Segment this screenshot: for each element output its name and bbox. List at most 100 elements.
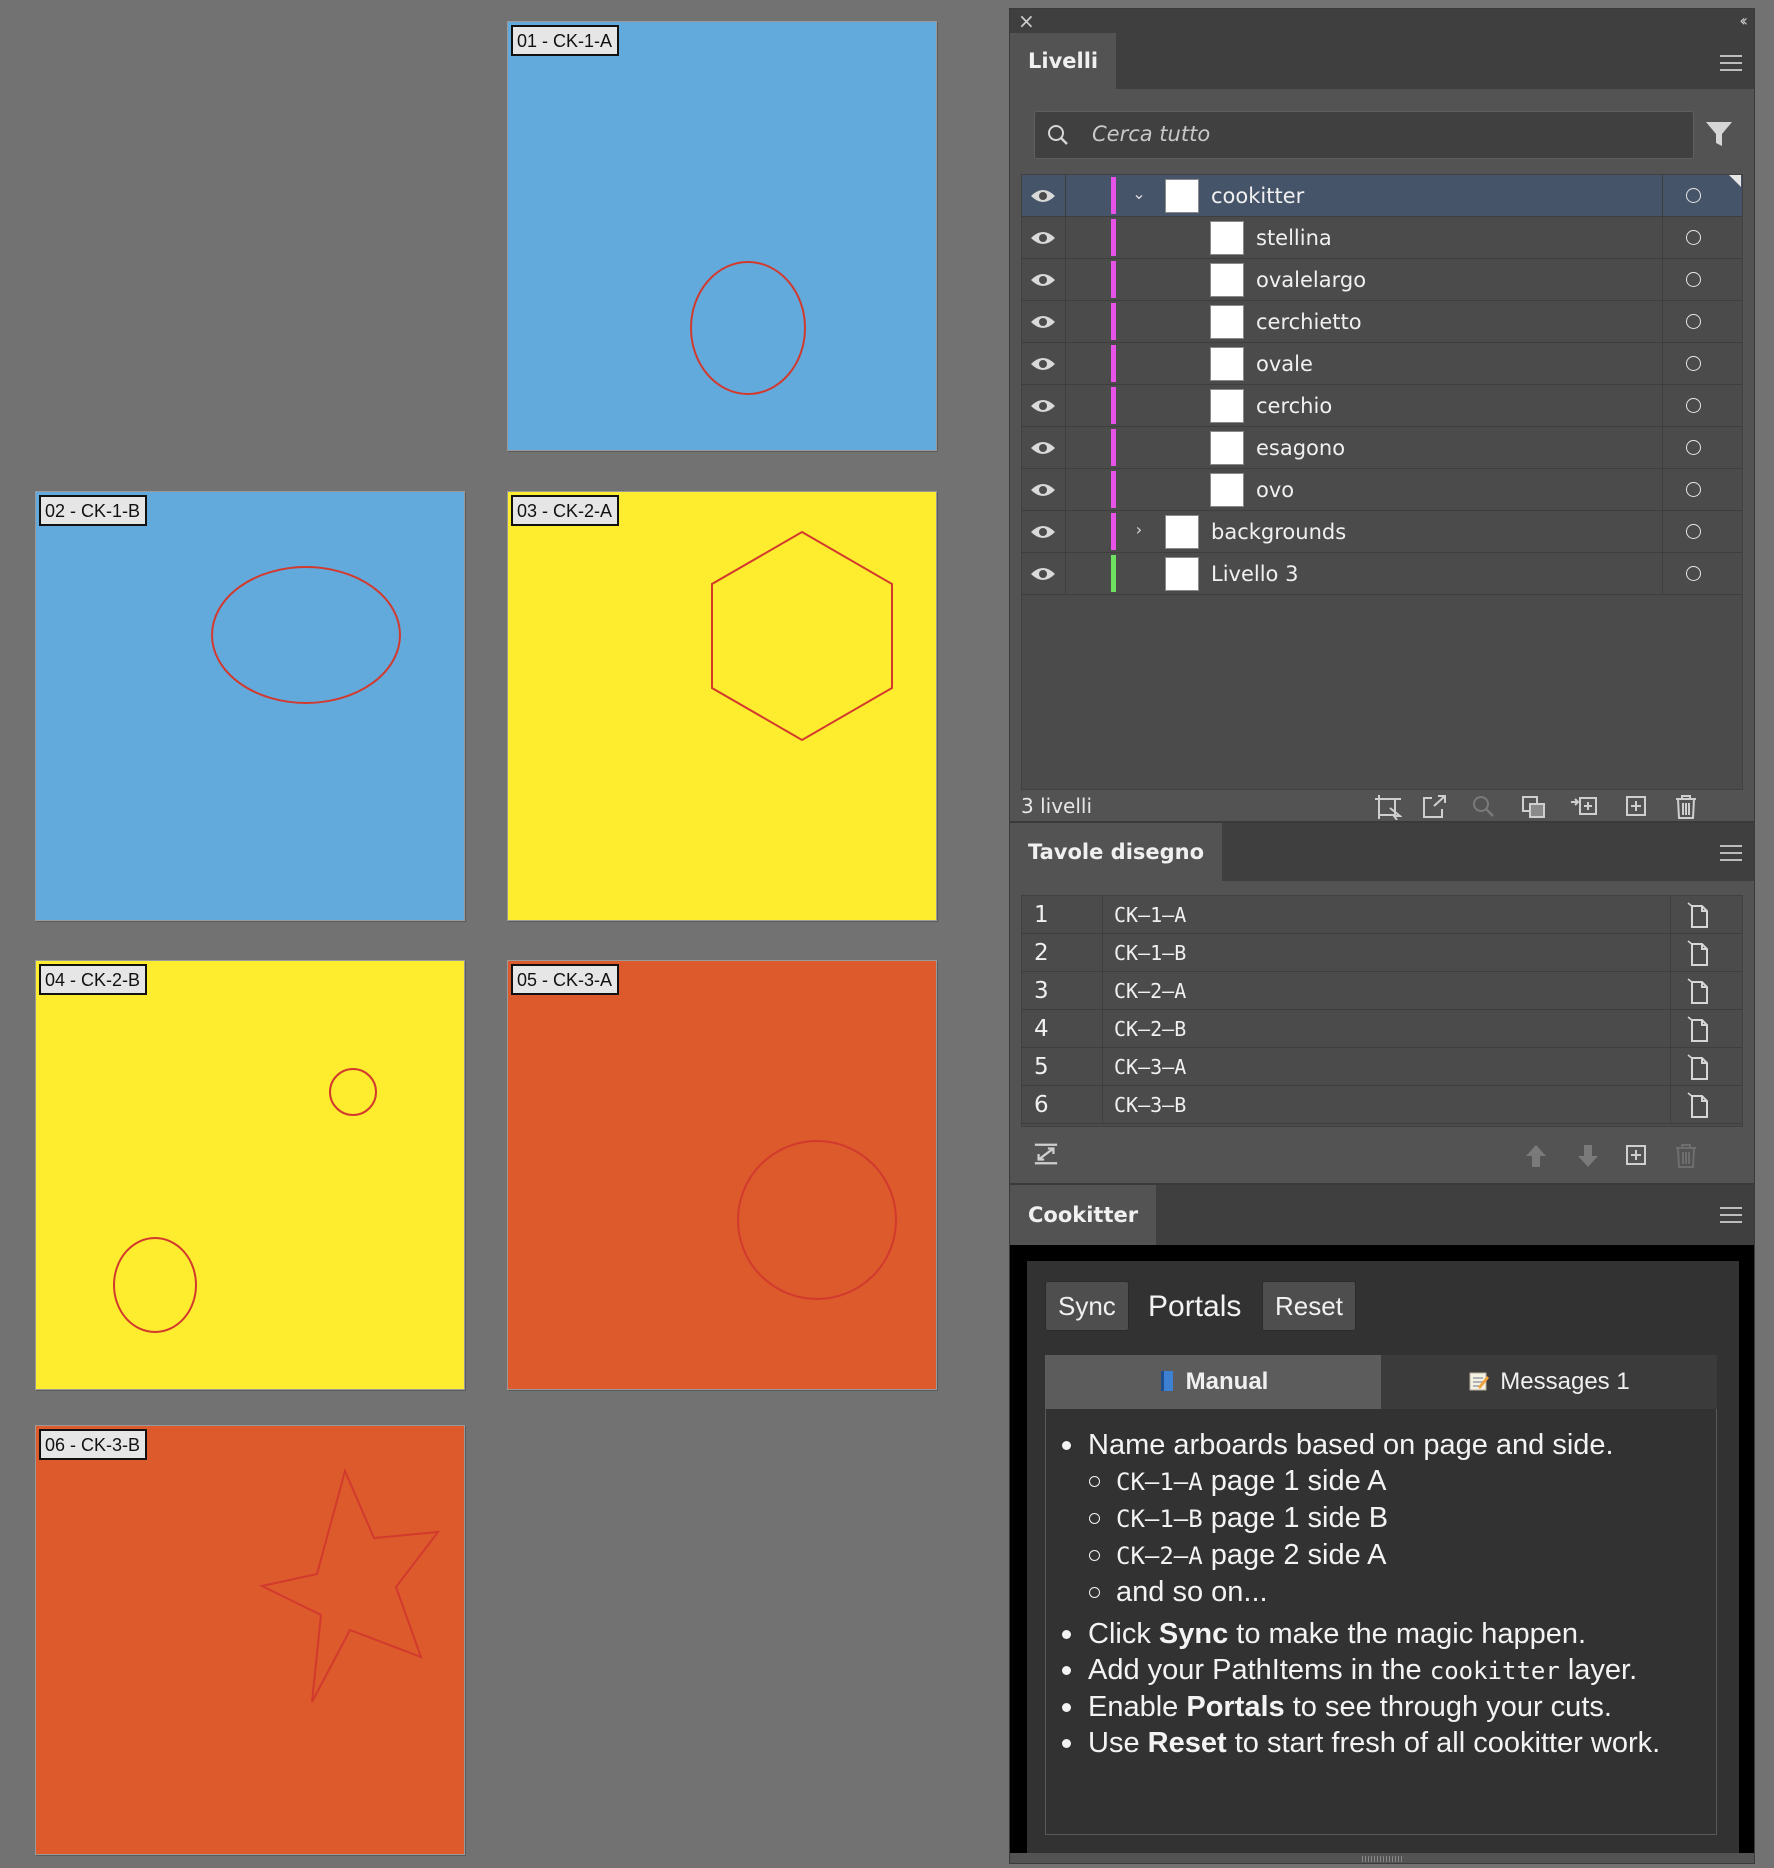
- eye-icon[interactable]: [1030, 523, 1056, 541]
- close-icon[interactable]: ×: [1018, 9, 1035, 33]
- layer-row[interactable]: ovo: [1022, 469, 1742, 511]
- layer-name: Livello 3: [1211, 562, 1299, 586]
- artboard-03[interactable]: 03 - CK-2-A: [507, 491, 937, 921]
- manual-subitem: CK–1–B page 1 side B: [1060, 1500, 1710, 1537]
- layer-row[interactable]: cerchio: [1022, 385, 1742, 427]
- new-artboard-icon[interactable]: [1622, 1143, 1650, 1169]
- target-circle-icon[interactable]: [1686, 482, 1701, 497]
- eye-icon[interactable]: [1030, 187, 1056, 205]
- target-circle-icon[interactable]: [1686, 566, 1701, 581]
- cookitter-tabbar: Cookitter: [1010, 1185, 1754, 1245]
- layer-row[interactable]: ovalelargo: [1022, 259, 1742, 301]
- column-divider: [1662, 343, 1663, 385]
- panel-menu-icon[interactable]: [1720, 55, 1742, 71]
- tab-cookitter[interactable]: Cookitter: [1010, 1185, 1157, 1245]
- artboard-number: 5: [1034, 1054, 1049, 1080]
- artboard-name: CK–3–A: [1114, 1055, 1187, 1079]
- eye-icon[interactable]: [1030, 271, 1056, 289]
- column-divider: [1102, 934, 1103, 972]
- artboard-row[interactable]: 1 CK–1–A: [1022, 896, 1742, 934]
- column-divider: [1670, 1010, 1671, 1048]
- artboard-number: 2: [1034, 940, 1049, 966]
- artboard-options-icon[interactable]: [1687, 902, 1711, 929]
- artboard-number: 4: [1034, 1016, 1049, 1042]
- locate-object-icon[interactable]: [1470, 794, 1498, 820]
- artboard-options-icon[interactable]: [1687, 1092, 1711, 1119]
- layer-row[interactable]: › backgrounds: [1022, 511, 1742, 553]
- panel-menu-icon[interactable]: [1720, 1207, 1742, 1223]
- tab-layers[interactable]: Livelli: [1010, 33, 1117, 89]
- tab-manual[interactable]: Manual: [1045, 1355, 1381, 1409]
- target-circle-icon[interactable]: [1686, 230, 1701, 245]
- layer-thumbnail: [1210, 263, 1244, 297]
- layer-thumbnail: [1210, 389, 1244, 423]
- resize-grip[interactable]: [1362, 1856, 1402, 1862]
- reset-button[interactable]: Reset: [1262, 1281, 1356, 1331]
- layer-row[interactable]: cerchietto: [1022, 301, 1742, 343]
- target-circle-icon[interactable]: [1686, 272, 1701, 287]
- eye-icon[interactable]: [1030, 229, 1056, 247]
- artboard-options-icon[interactable]: [1687, 1016, 1711, 1043]
- layer-row[interactable]: stellina: [1022, 217, 1742, 259]
- artboard-row[interactable]: 4 CK–2–B: [1022, 1010, 1742, 1048]
- eye-icon[interactable]: [1030, 439, 1056, 457]
- manual-item: Click Sync to make the magic happen.: [1060, 1616, 1710, 1652]
- layer-color-bar: [1111, 261, 1116, 298]
- artboard-options-icon[interactable]: [1687, 1054, 1711, 1081]
- target-circle-icon[interactable]: [1686, 188, 1701, 203]
- collect-artboard-icon[interactable]: [1374, 794, 1402, 820]
- layer-thumbnail: [1165, 515, 1199, 549]
- artboard-05[interactable]: 05 - CK-3-A: [507, 960, 937, 1390]
- artboard-row[interactable]: 6 CK–3–B: [1022, 1086, 1742, 1124]
- new-layer-icon[interactable]: [1622, 794, 1650, 820]
- target-circle-icon[interactable]: [1686, 440, 1701, 455]
- chevron-right-icon[interactable]: ›: [1129, 520, 1149, 540]
- eye-icon[interactable]: [1030, 565, 1056, 583]
- target-circle-icon[interactable]: [1686, 398, 1701, 413]
- chevron-down-icon[interactable]: ⌄: [1129, 184, 1149, 204]
- sync-button[interactable]: Sync: [1045, 1281, 1129, 1331]
- panel-menu-icon[interactable]: [1720, 845, 1742, 861]
- target-circle-icon[interactable]: [1686, 356, 1701, 371]
- tab-artboards[interactable]: Tavole disegno: [1010, 823, 1223, 881]
- artboard-options-icon[interactable]: [1687, 940, 1711, 967]
- target-circle-icon[interactable]: [1686, 314, 1701, 329]
- layer-row[interactable]: ovale: [1022, 343, 1742, 385]
- artboard-02[interactable]: 02 - CK-1-B: [35, 491, 465, 921]
- export-icon[interactable]: [1420, 794, 1448, 820]
- move-up-icon[interactable]: [1522, 1143, 1550, 1169]
- portals-label: Portals: [1148, 1290, 1242, 1323]
- layer-row[interactable]: Livello 3: [1022, 553, 1742, 595]
- collapse-icon[interactable]: ‹‹: [1739, 9, 1748, 33]
- eye-icon[interactable]: [1030, 355, 1056, 373]
- artboard-name: CK–1–B: [1114, 941, 1187, 965]
- eye-icon[interactable]: [1030, 313, 1056, 331]
- move-down-icon[interactable]: [1574, 1143, 1602, 1169]
- artboard-options-icon[interactable]: [1687, 978, 1711, 1005]
- memo-icon: [1469, 1372, 1490, 1391]
- column-divider: [1662, 301, 1663, 343]
- rearrange-icon[interactable]: [1032, 1141, 1060, 1167]
- artboard-06[interactable]: 06 - CK-3-B: [35, 1425, 465, 1855]
- new-sublayer-icon[interactable]: [1570, 794, 1598, 820]
- artboard-row[interactable]: 5 CK–3–A: [1022, 1048, 1742, 1086]
- column-divider: [1662, 385, 1663, 427]
- layer-row[interactable]: ⌄ cookitter: [1022, 175, 1742, 217]
- eye-icon[interactable]: [1030, 481, 1056, 499]
- eye-icon[interactable]: [1030, 397, 1056, 415]
- trash-icon[interactable]: [1672, 794, 1700, 820]
- layer-row[interactable]: esagono: [1022, 427, 1742, 469]
- artboard-01[interactable]: 01 - CK-1-A: [507, 21, 937, 451]
- target-circle-icon[interactable]: [1686, 524, 1701, 539]
- manual-subitem: CK–2–A page 2 side A: [1060, 1537, 1710, 1574]
- column-divider: [1065, 427, 1066, 469]
- artboard-04[interactable]: 04 - CK-2-B: [35, 960, 465, 1390]
- layer-name: ovo: [1256, 478, 1295, 502]
- artboard-row[interactable]: 2 CK–1–B: [1022, 934, 1742, 972]
- tab-messages[interactable]: Messages 1: [1381, 1355, 1717, 1409]
- artboard-row[interactable]: 3 CK–2–A: [1022, 972, 1742, 1010]
- layers-search-field[interactable]: Cerca tutto: [1034, 111, 1694, 159]
- clipping-mask-icon[interactable]: [1520, 794, 1548, 820]
- filter-icon[interactable]: [1704, 119, 1734, 149]
- trash-icon[interactable]: [1672, 1143, 1700, 1169]
